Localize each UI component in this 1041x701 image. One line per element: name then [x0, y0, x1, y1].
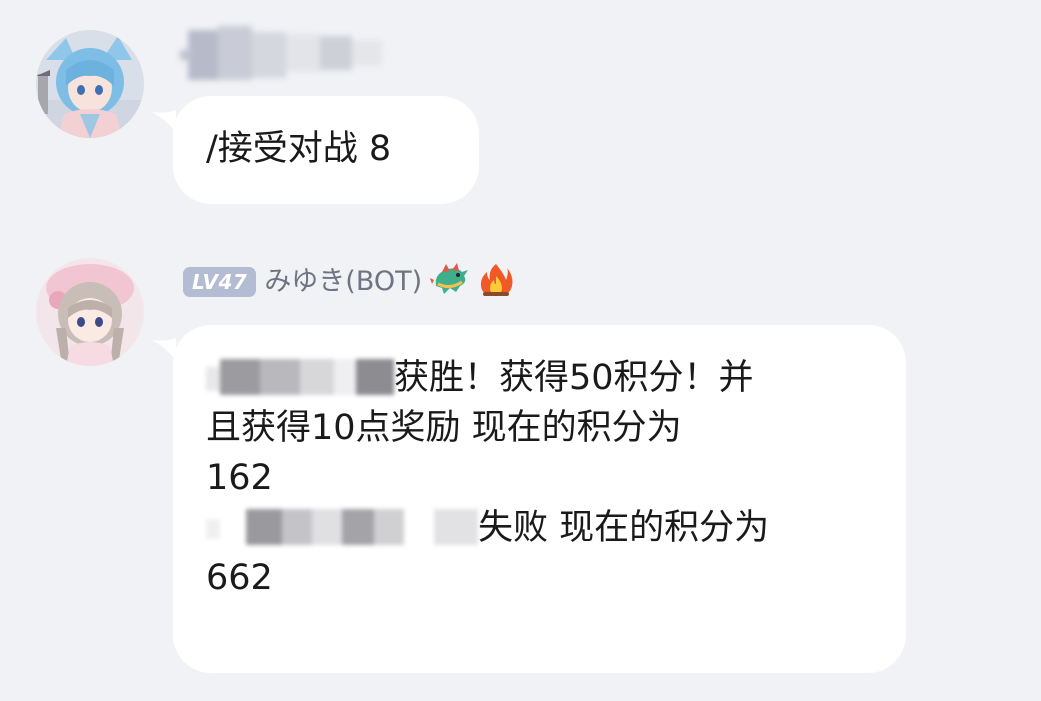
bot-avatar[interactable] — [36, 258, 144, 366]
message-line: 且获得10点奖励 现在的积分为 — [206, 408, 682, 448]
fire-icon — [478, 262, 514, 302]
result-win-text: 获胜！获得50积分！并 — [394, 358, 754, 398]
redacted-player-name — [206, 359, 394, 395]
sender-row: LV47 みゆき(BOT) — [183, 262, 514, 302]
sender-name[interactable]: みゆき(BOT) — [264, 265, 422, 299]
message-bubble[interactable]: 获胜！获得50积分！并 且获得10点奖励 现在的积分为 162 失败 现在的积分… — [173, 325, 906, 673]
message-line: 662 — [206, 558, 273, 598]
message-text: /接受对战 8 — [206, 129, 392, 169]
message-text-block: 获胜！获得50积分！并 且获得10点奖励 现在的积分为 162 失败 现在的积分… — [206, 353, 769, 603]
level-badge: LV47 — [183, 267, 257, 297]
dragon-icon — [430, 262, 470, 302]
message-line: 失败 现在的积分为 — [206, 503, 769, 553]
redacted-player-name — [206, 509, 478, 545]
redacted-sender-name — [180, 26, 410, 84]
anime-girl-avatar-icon — [36, 30, 144, 138]
result-lose-text: 失败 现在的积分为 — [478, 508, 770, 548]
message-line: 获胜！获得50积分！并 — [206, 353, 769, 403]
message-bubble[interactable]: /接受对战 8 — [173, 96, 479, 204]
anime-girl-avatar-icon — [36, 258, 144, 366]
user-avatar[interactable] — [36, 30, 144, 138]
message-line: 162 — [206, 458, 273, 498]
